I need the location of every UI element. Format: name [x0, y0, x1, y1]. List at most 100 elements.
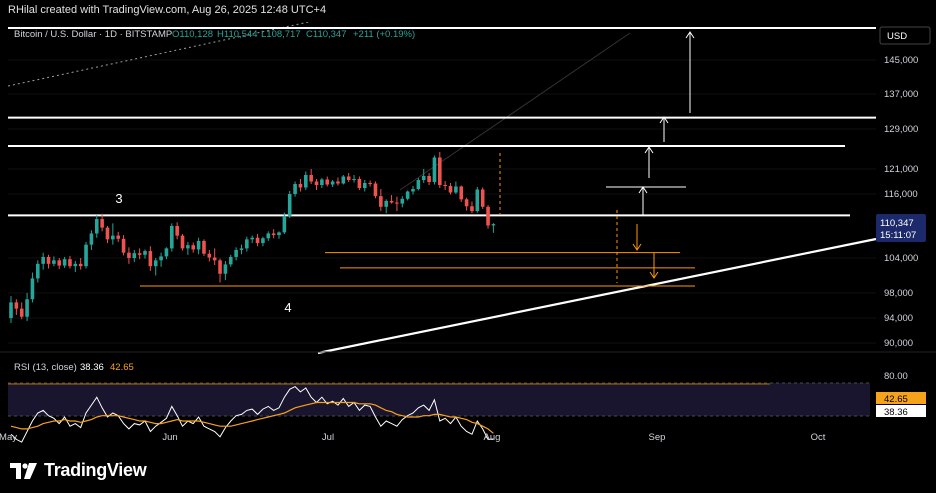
candle-body: [432, 157, 437, 182]
price-axis[interactable]: USD 145,000137,000129,000121,000116,0001…: [876, 26, 931, 418]
candle-body: [416, 180, 421, 189]
candle-body: [84, 244, 88, 267]
candle-body: [421, 176, 426, 180]
candles-group: [9, 152, 496, 323]
candle-body: [298, 184, 303, 188]
rsi-pane: [8, 382, 870, 443]
candle-body: [373, 183, 378, 197]
legend: Bitcoin / U.S. Dollar · 1D · BITSTAMP O1…: [14, 29, 415, 40]
tradingview-logo-icon: [10, 462, 37, 479]
candle-body: [19, 308, 24, 317]
candle-body: [293, 184, 297, 194]
candle-body: [405, 191, 410, 199]
candle-body: [62, 259, 67, 266]
wave-label-3: 3: [115, 191, 122, 206]
grid: [8, 59, 876, 344]
candle-body: [325, 179, 330, 185]
wave-label-4: 4: [284, 300, 291, 315]
y-tick-label: 145,000: [884, 55, 918, 66]
candle-body: [384, 200, 388, 207]
candle-body: [180, 235, 185, 249]
candle-body: [475, 189, 480, 212]
y-tick-label: 90,000: [884, 338, 913, 349]
candle-body: [30, 278, 35, 300]
x-tick-label: Jul: [322, 432, 334, 443]
candle-body: [330, 181, 335, 185]
candle-body: [341, 176, 346, 184]
candle-body: [121, 238, 126, 253]
candle-body: [480, 189, 485, 207]
candle-body: [164, 248, 169, 257]
candle-body: [105, 227, 110, 240]
candle-body: [346, 176, 351, 180]
candle-body: [57, 260, 62, 266]
legend-low: L108,717: [261, 29, 301, 40]
candle-body: [196, 240, 201, 250]
legend-open: O110,128: [172, 29, 213, 40]
tradingview-wordmark: TradingView: [44, 460, 147, 480]
y-tick-label: 129,000: [884, 124, 918, 135]
candle-body: [36, 263, 40, 279]
candle-body: [46, 256, 51, 264]
rsi-value-2: 42.65: [110, 362, 134, 373]
candle-body: [94, 219, 99, 234]
currency-label: USD: [887, 31, 907, 42]
candle-body: [336, 181, 340, 184]
rsi-ma-tag-label: 42.65: [884, 394, 908, 405]
candle-body: [395, 202, 399, 204]
candle-body: [282, 215, 287, 233]
candle-body: [186, 245, 190, 249]
down-arrows: [632, 224, 659, 279]
candle-body: [202, 240, 206, 254]
legend-symbol: Bitcoin / U.S. Dollar · 1D · BITSTAMP: [14, 29, 172, 40]
candle-body: [438, 157, 442, 185]
target-arrows: [638, 31, 695, 215]
candle-body: [68, 259, 72, 267]
candle-body: [287, 194, 292, 216]
candle-body: [271, 233, 276, 236]
candle-body: [159, 256, 163, 261]
candle-body: [127, 252, 131, 258]
candle-body: [191, 245, 196, 250]
candle-body: [266, 233, 271, 239]
tradingview-logo[interactable]: TradingView: [10, 460, 147, 481]
y-tick-label: 104,000: [884, 253, 918, 264]
candle-body: [314, 181, 319, 185]
y-tick-label: 94,000: [884, 313, 913, 324]
candle-body: [132, 253, 137, 258]
y-tick-label: 137,000: [884, 89, 918, 100]
candle-body: [234, 250, 238, 257]
candle-body: [427, 176, 431, 182]
chart-canvas[interactable]: 3 4 Bitcoin / U.S. Dollar · 1D · BITSTAM…: [0, 22, 936, 452]
candle-body: [368, 183, 372, 184]
candle-body: [170, 226, 174, 249]
candle-body: [320, 179, 324, 185]
bottom-bar: TradingView: [0, 452, 936, 493]
y-tick-label: 116,000: [884, 189, 918, 200]
y-tick-labels: 145,000 137,000 129,000 121,000 116,000 104,0…: [884, 55, 918, 349]
candle-body: [239, 248, 244, 250]
candle-body: [137, 253, 142, 255]
candle-body: [143, 251, 147, 255]
candle-body: [25, 299, 29, 317]
legend-change: +211 (+0.19%): [353, 29, 415, 40]
candle-body: [362, 183, 367, 188]
candle-body: [261, 238, 265, 244]
candle-body: [175, 226, 179, 236]
candle-body: [41, 256, 45, 264]
candle-body: [9, 302, 13, 318]
time-axis[interactable]: May Jun Jul Aug Sep Oct: [0, 432, 826, 443]
candle-body: [448, 186, 453, 193]
drawings: 3 4: [7, 22, 877, 355]
x-tick-label: Sep: [649, 432, 666, 443]
candle-body: [78, 263, 83, 267]
candle-body: [357, 179, 362, 188]
candle-body: [379, 196, 383, 207]
rsi-tag-label: 38.36: [884, 407, 908, 418]
candle-body: [491, 224, 496, 226]
candle-body: [459, 186, 464, 200]
candle-body: [153, 260, 158, 267]
rsi-legend: RSI (13, close) 38.36 42.65: [14, 362, 134, 373]
candle-body: [52, 260, 56, 264]
candle-body: [148, 251, 153, 267]
